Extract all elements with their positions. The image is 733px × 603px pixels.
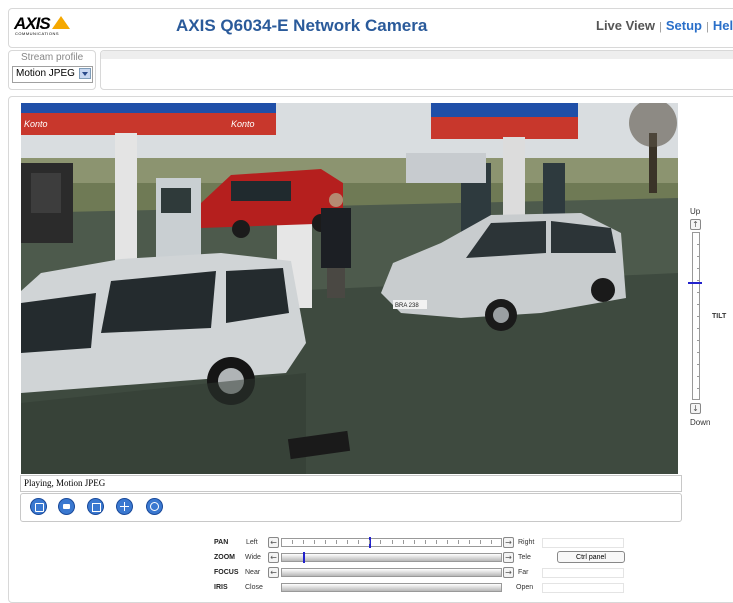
focus-near-arrow-icon[interactable]: ← (268, 567, 279, 578)
pan-tick (413, 540, 415, 544)
pan-min-label: Left (246, 539, 258, 546)
focus-far-arrow-icon[interactable]: → (503, 567, 514, 578)
tilt-tick (697, 364, 700, 365)
canopy-sign-left: Konto (24, 119, 48, 129)
tilt-up-arrow-icon[interactable]: ↑ (690, 219, 701, 230)
pan-tick (336, 540, 338, 544)
nav-separator: | (659, 21, 662, 33)
live-video-view[interactable]: Konto Konto BRA 238 (21, 103, 678, 474)
pan-tick (391, 540, 393, 544)
zoom-wide-arrow-icon[interactable]: ← (268, 552, 279, 563)
nav-separator: | (706, 21, 709, 33)
zoom-max-label: Tele (518, 554, 531, 561)
focus-min-label: Near (245, 569, 261, 576)
pan-tick (380, 540, 382, 544)
pan-tick (402, 540, 404, 544)
tilt-tick (697, 304, 700, 305)
video-status-text: Playing, Motion JPEG (24, 478, 106, 488)
focus-label: FOCUS (214, 569, 239, 576)
tilt-tick (697, 292, 700, 293)
tilt-tick (697, 280, 700, 281)
pan-tick (479, 540, 481, 544)
nav-live-view[interactable]: Live View (596, 18, 655, 33)
pan-tick (347, 540, 349, 544)
axis-logo: AXIS COMMUNICATIONS (14, 14, 74, 36)
pan-tick (457, 540, 459, 544)
nav-setup[interactable]: Setup (666, 18, 702, 33)
fullscreen-button[interactable] (87, 498, 104, 515)
tilt-tick (697, 388, 700, 389)
ctrl-panel-button[interactable]: Ctrl panel (557, 551, 625, 563)
canopy-sign-right: Konto (231, 119, 255, 129)
pan-tick (358, 540, 360, 544)
logo-triangle-icon (52, 16, 70, 29)
top-nav: Live View | Setup | Help (596, 18, 733, 33)
iris-min-label: Close (245, 584, 263, 591)
iris-max-label: Open (516, 584, 534, 591)
pan-tick (325, 540, 327, 544)
tilt-tick (697, 376, 700, 377)
tilt-tick (697, 340, 700, 341)
record-button[interactable] (146, 498, 163, 515)
nav-help[interactable]: Help (713, 18, 733, 33)
zoom-tele-arrow-icon[interactable]: → (503, 552, 514, 563)
action-panel (100, 50, 733, 90)
tilt-tick (697, 268, 700, 269)
iris-label: IRIS (214, 584, 228, 591)
iris-slider-track[interactable] (281, 583, 502, 592)
tilt-up-label: Up (690, 207, 701, 216)
pan-tick (468, 540, 470, 544)
chevron-down-icon[interactable] (79, 68, 91, 79)
record-icon (150, 502, 159, 511)
zoom-slider-thumb[interactable] (303, 552, 306, 563)
pan-tick (369, 540, 371, 544)
logo-subtext: COMMUNICATIONS (15, 31, 60, 36)
video-frame-image: Konto Konto BRA 238 (21, 103, 678, 474)
tilt-label: TILT (712, 313, 727, 320)
zoom-label: ZOOM (214, 554, 235, 561)
stop-icon (35, 503, 44, 512)
license-plate: BRA 238 (395, 303, 419, 309)
iris-value-box (542, 583, 624, 593)
pan-tick (435, 540, 437, 544)
pan-right-arrow-icon[interactable]: → (503, 537, 514, 548)
tilt-tick (697, 328, 700, 329)
video-status-bar: Playing, Motion JPEG (20, 475, 682, 492)
pan-left-arrow-icon[interactable]: ← (268, 537, 279, 548)
ptz-mode-button[interactable] (116, 498, 133, 515)
snapshot-button[interactable] (58, 498, 75, 515)
stop-button[interactable] (30, 498, 47, 515)
focus-value-box (542, 568, 624, 578)
focus-slider-track[interactable] (281, 568, 502, 577)
pan-tick (303, 540, 305, 544)
fullscreen-icon (92, 503, 101, 512)
pan-tick (424, 540, 426, 544)
tilt-slider-thumb[interactable] (688, 282, 702, 285)
pan-max-label: Right (518, 539, 535, 546)
pan-label: PAN (214, 539, 229, 546)
pan-tick (490, 540, 492, 544)
pan-tick (314, 540, 316, 544)
zoom-min-label: Wide (245, 554, 261, 561)
pan-tick (292, 540, 294, 544)
page-title: AXIS Q6034-E Network Camera (176, 16, 428, 35)
tilt-down-label: Down (690, 418, 711, 427)
pan-tick (446, 540, 448, 544)
zoom-slider-track[interactable] (281, 553, 502, 562)
pan-value-box (542, 538, 624, 548)
stream-profile-value: Motion JPEG (16, 68, 75, 79)
stream-profile-select[interactable]: Motion JPEG (12, 66, 93, 83)
tilt-tick (697, 352, 700, 353)
tilt-tick (697, 316, 700, 317)
focus-max-label: Far (518, 569, 529, 576)
tilt-tick (697, 244, 700, 245)
snapshot-icon (63, 504, 70, 509)
stream-profile-label: Stream profile (21, 52, 84, 63)
tilt-down-arrow-icon[interactable]: ↓ (690, 403, 701, 414)
tilt-tick (697, 256, 700, 257)
